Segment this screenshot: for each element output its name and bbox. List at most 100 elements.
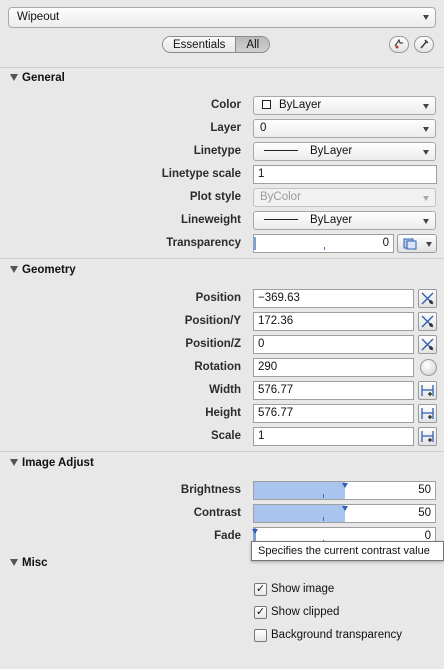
tab-all[interactable]: All <box>235 37 270 52</box>
lineweight-value: ByLayer <box>310 214 353 226</box>
position-x-input[interactable]: −369.63 <box>253 289 414 308</box>
checkbox-label: Show image <box>271 583 335 595</box>
chevron-down-icon <box>423 15 429 20</box>
pick-point-button[interactable] <box>418 335 437 354</box>
rotation-knob[interactable] <box>420 359 437 376</box>
checkbox-label: Background transparency <box>271 629 403 641</box>
chevron-down-icon <box>423 104 429 109</box>
chevron-down-icon <box>423 196 429 201</box>
chevron-down-icon <box>423 219 429 224</box>
pick-distance-icon <box>421 385 434 396</box>
collapse-triangle-icon <box>10 266 18 273</box>
layer-dropdown[interactable]: 0 <box>253 119 436 138</box>
section-image-adjust-header[interactable]: Image Adjust <box>0 454 444 474</box>
checkbox-label: Show clipped <box>271 606 340 618</box>
lineweight-label: Lineweight <box>180 214 241 226</box>
background-transparency-checkbox[interactable] <box>254 629 267 642</box>
section-divider <box>0 258 444 259</box>
section-misc-header[interactable]: Misc <box>0 554 444 574</box>
show-clipped-checkbox[interactable]: ✓ <box>254 606 267 619</box>
pick-point-icon <box>421 338 434 351</box>
linetype-scale-input[interactable]: 1 <box>253 165 437 184</box>
contrast-label: Contrast <box>193 507 241 519</box>
rotation-input[interactable]: 290 <box>253 358 414 377</box>
linetype-scale-label: Linetype scale <box>161 168 241 180</box>
slider-tick <box>324 247 325 250</box>
plot-style-value: ByColor <box>260 191 301 203</box>
slider-tick <box>323 494 324 498</box>
object-type-dropdown[interactable]: Wipeout <box>8 7 436 28</box>
position-label: Position <box>195 292 241 304</box>
brightness-label: Brightness <box>180 484 241 496</box>
layer-label: Layer <box>210 122 241 134</box>
plot-style-dropdown: ByColor <box>253 188 436 207</box>
position-z-input[interactable]: 0 <box>253 335 414 354</box>
transparency-slider[interactable]: 0 <box>253 234 394 253</box>
pick-point-button[interactable] <box>418 312 437 331</box>
collapse-triangle-icon <box>10 559 18 566</box>
slider-thumb[interactable] <box>252 529 258 534</box>
color-swatch-icon <box>262 100 271 109</box>
show-image-checkbox[interactable]: ✓ <box>254 583 267 596</box>
height-label: Height <box>205 407 241 419</box>
color-dropdown[interactable]: ByLayer <box>253 96 436 115</box>
pick-point-icon <box>421 315 434 328</box>
line-sample-icon <box>264 150 298 151</box>
section-divider <box>0 451 444 452</box>
width-input[interactable]: 576.77 <box>253 381 414 400</box>
scale-input[interactable]: 1 <box>253 427 414 446</box>
fade-label: Fade <box>214 530 241 542</box>
section-title: General <box>22 72 65 84</box>
pick-distance-button[interactable] <box>418 404 437 423</box>
object-type-value: Wipeout <box>17 11 60 23</box>
view-mode-segmented: Essentials All <box>162 36 271 53</box>
linetype-dropdown[interactable]: ByLayer <box>253 142 436 161</box>
scale-label: Scale <box>210 430 241 442</box>
height-input[interactable]: 576.77 <box>253 404 414 423</box>
position-y-input[interactable]: 172.36 <box>253 312 414 331</box>
plot-style-label: Plot style <box>189 191 241 203</box>
section-title: Image Adjust <box>22 457 94 469</box>
tab-essentials[interactable]: Essentials <box>163 37 236 52</box>
pick-distance-icon <box>421 408 434 419</box>
section-geometry-header[interactable]: Geometry <box>0 261 444 281</box>
lineweight-dropdown[interactable]: ByLayer <box>253 211 436 230</box>
chevron-down-icon <box>423 127 429 132</box>
collapse-triangle-icon <box>10 459 18 466</box>
brightness-slider[interactable]: 50 <box>253 481 436 500</box>
color-value: ByLayer <box>279 99 322 111</box>
contrast-value: 50 <box>418 507 431 519</box>
chevron-down-icon <box>423 150 429 155</box>
layers-icon <box>403 238 417 250</box>
width-label: Width <box>209 384 241 396</box>
slider-fill <box>254 482 345 499</box>
slider-fill <box>254 505 345 522</box>
pick-distance-button[interactable] <box>418 381 437 400</box>
position-z-label: Position/Z <box>185 338 241 350</box>
brightness-value: 50 <box>418 484 431 496</box>
transparency-value: 0 <box>382 237 389 249</box>
layer-value: 0 <box>260 122 267 134</box>
slider-tick <box>323 517 324 521</box>
pick-distance-icon <box>421 431 434 442</box>
linetype-value: ByLayer <box>310 145 353 157</box>
linetype-label: Linetype <box>193 145 241 157</box>
pick-objects-button[interactable] <box>414 36 434 53</box>
section-title: Geometry <box>22 264 76 276</box>
pick-point-button[interactable] <box>418 289 437 308</box>
chevron-down-icon <box>426 242 432 247</box>
transparency-mode-button[interactable] <box>397 234 437 253</box>
pick-cursor-icon <box>420 39 429 49</box>
position-y-label: Position/Y <box>184 315 241 327</box>
slider-thumb[interactable] <box>254 237 256 250</box>
quick-select-button[interactable] <box>389 36 409 53</box>
pick-distance-button[interactable] <box>418 427 437 446</box>
section-general-header[interactable]: General <box>0 69 444 89</box>
quick-select-icon <box>394 38 403 49</box>
collapse-triangle-icon <box>10 74 18 81</box>
slider-thumb[interactable] <box>342 483 348 488</box>
contrast-slider[interactable]: 50 <box>253 504 436 523</box>
slider-thumb[interactable] <box>342 506 348 511</box>
section-title: Misc <box>22 557 48 569</box>
color-label: Color <box>210 99 241 111</box>
